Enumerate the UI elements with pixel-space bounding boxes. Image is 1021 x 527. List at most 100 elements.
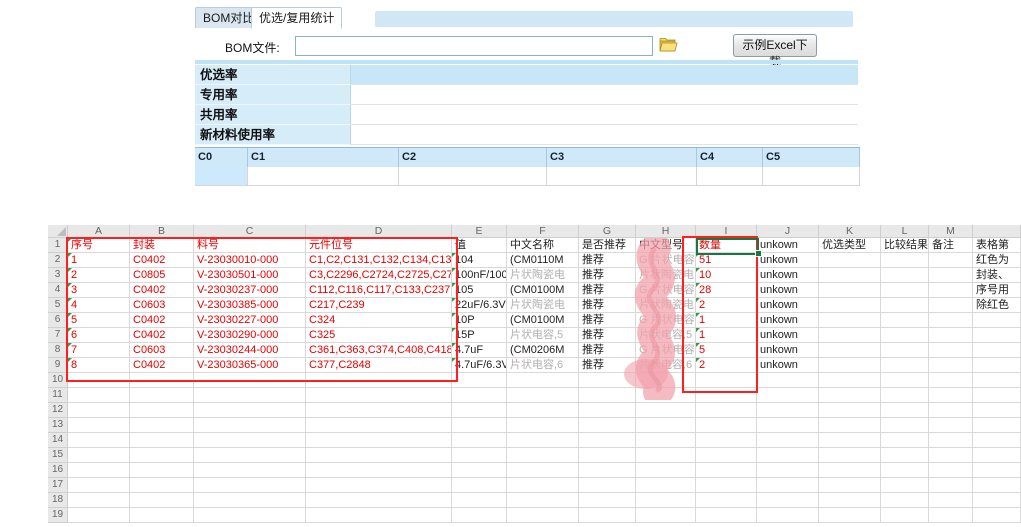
cell-B13[interactable] bbox=[130, 418, 194, 433]
cell-L14[interactable] bbox=[881, 433, 929, 448]
cell-L11[interactable] bbox=[881, 388, 929, 403]
cell-C13[interactable] bbox=[194, 418, 306, 433]
cell-N3[interactable]: 封装、 bbox=[973, 268, 1021, 283]
cell-L9[interactable] bbox=[881, 358, 929, 373]
cell-L16[interactable] bbox=[881, 463, 929, 478]
cell-F14[interactable] bbox=[507, 433, 579, 448]
cell-H15[interactable] bbox=[636, 448, 696, 463]
cell-G15[interactable] bbox=[579, 448, 636, 463]
cell-I12[interactable] bbox=[696, 403, 757, 418]
cell-J5[interactable]: unkown bbox=[757, 298, 819, 313]
cell-D18[interactable] bbox=[306, 493, 452, 508]
cell-M8[interactable] bbox=[929, 343, 973, 358]
cell-K15[interactable] bbox=[819, 448, 881, 463]
cell-G17[interactable] bbox=[579, 478, 636, 493]
column-header-n[interactable] bbox=[973, 225, 1021, 238]
cell-N1[interactable]: 表格第 bbox=[973, 238, 1021, 253]
column-header-C[interactable]: C bbox=[194, 225, 306, 238]
cell-C15[interactable] bbox=[194, 448, 306, 463]
cell-A4[interactable]: 3 bbox=[68, 283, 130, 298]
cell-I3[interactable]: 10 bbox=[696, 268, 757, 283]
cell-C10[interactable] bbox=[194, 373, 306, 388]
result-col-header-C3[interactable]: C3 bbox=[547, 148, 697, 167]
cell-I8[interactable]: 5 bbox=[696, 343, 757, 358]
cell-B11[interactable] bbox=[130, 388, 194, 403]
cell-H19[interactable] bbox=[636, 508, 696, 523]
cell-J12[interactable] bbox=[757, 403, 819, 418]
cell-B8[interactable]: C0603 bbox=[130, 343, 194, 358]
cell-E8[interactable]: 4.7uF bbox=[452, 343, 507, 358]
cell-K6[interactable] bbox=[819, 313, 881, 328]
cell-C12[interactable] bbox=[194, 403, 306, 418]
column-header-J[interactable]: J bbox=[757, 225, 819, 238]
cell-H2[interactable]: G 片状电容 bbox=[636, 253, 696, 268]
cell-A15[interactable] bbox=[68, 448, 130, 463]
cell-N19[interactable] bbox=[973, 508, 1021, 523]
cell-F3[interactable]: 片状陶瓷电 bbox=[507, 268, 579, 283]
cell-M16[interactable] bbox=[929, 463, 973, 478]
cell-G2[interactable]: 推荐 bbox=[579, 253, 636, 268]
cell-H9[interactable]: 片状电容,6 bbox=[636, 358, 696, 373]
row-header-1[interactable]: 1 bbox=[48, 238, 68, 253]
cell-E17[interactable] bbox=[452, 478, 507, 493]
column-header-G[interactable]: G bbox=[579, 225, 636, 238]
row-header-15[interactable]: 15 bbox=[48, 448, 68, 463]
cell-G11[interactable] bbox=[579, 388, 636, 403]
cell-E14[interactable] bbox=[452, 433, 507, 448]
cell-I2[interactable]: 51 bbox=[696, 253, 757, 268]
cell-G19[interactable] bbox=[579, 508, 636, 523]
cell-J14[interactable] bbox=[757, 433, 819, 448]
cell-B7[interactable]: C0402 bbox=[130, 328, 194, 343]
result-col-header-C1[interactable]: C1 bbox=[248, 148, 399, 167]
cell-B3[interactable]: C0805 bbox=[130, 268, 194, 283]
cell-N15[interactable] bbox=[973, 448, 1021, 463]
cell-J4[interactable]: unkown bbox=[757, 283, 819, 298]
cell-A2[interactable]: 1 bbox=[68, 253, 130, 268]
cell-I7[interactable]: 1 bbox=[696, 328, 757, 343]
row-header-16[interactable]: 16 bbox=[48, 463, 68, 478]
cell-E10[interactable] bbox=[452, 373, 507, 388]
cell-E12[interactable] bbox=[452, 403, 507, 418]
stat-value[interactable] bbox=[351, 105, 858, 125]
row-header-10[interactable]: 10 bbox=[48, 373, 68, 388]
cell-E15[interactable] bbox=[452, 448, 507, 463]
cell-I6[interactable]: 1 bbox=[696, 313, 757, 328]
cell-D13[interactable] bbox=[306, 418, 452, 433]
cell-M3[interactable] bbox=[929, 268, 973, 283]
cell-E16[interactable] bbox=[452, 463, 507, 478]
cell-L7[interactable] bbox=[881, 328, 929, 343]
cell-C1[interactable]: 料号 bbox=[194, 238, 306, 253]
bom-file-input[interactable] bbox=[295, 36, 653, 56]
cell-K4[interactable] bbox=[819, 283, 881, 298]
cell-N12[interactable] bbox=[973, 403, 1021, 418]
row-header-18[interactable]: 18 bbox=[48, 493, 68, 508]
column-header-B[interactable]: B bbox=[130, 225, 194, 238]
cell-H17[interactable] bbox=[636, 478, 696, 493]
cell-J8[interactable]: unkown bbox=[757, 343, 819, 358]
cell-M12[interactable] bbox=[929, 403, 973, 418]
cell-A6[interactable]: 5 bbox=[68, 313, 130, 328]
cell-I10[interactable] bbox=[696, 373, 757, 388]
cell-N2[interactable]: 红色为 bbox=[973, 253, 1021, 268]
cell-C9[interactable]: V-23030365-000 bbox=[194, 358, 306, 373]
cell-N18[interactable] bbox=[973, 493, 1021, 508]
cell-I13[interactable] bbox=[696, 418, 757, 433]
cell-H18[interactable] bbox=[636, 493, 696, 508]
cell-M1[interactable]: 备注 bbox=[929, 238, 973, 253]
row-header-2[interactable]: 2 bbox=[48, 253, 68, 268]
cell-B10[interactable] bbox=[130, 373, 194, 388]
cell-A16[interactable] bbox=[68, 463, 130, 478]
cell-M9[interactable] bbox=[929, 358, 973, 373]
cell-C7[interactable]: V-23030290-000 bbox=[194, 328, 306, 343]
cell-B6[interactable]: C0402 bbox=[130, 313, 194, 328]
cell-D2[interactable]: C1,C2,C131,C132,C134,C135,C136 bbox=[306, 253, 452, 268]
cell-F11[interactable] bbox=[507, 388, 579, 403]
tab-preferred-reuse-stats[interactable]: 优选/复用统计 bbox=[251, 7, 342, 29]
cell-G16[interactable] bbox=[579, 463, 636, 478]
cell-I18[interactable] bbox=[696, 493, 757, 508]
cell-F5[interactable]: 片状陶瓷电 bbox=[507, 298, 579, 313]
cell-C5[interactable]: V-23030385-000 bbox=[194, 298, 306, 313]
cell-M7[interactable] bbox=[929, 328, 973, 343]
cell-B17[interactable] bbox=[130, 478, 194, 493]
cell-A1[interactable]: 序号 bbox=[68, 238, 130, 253]
